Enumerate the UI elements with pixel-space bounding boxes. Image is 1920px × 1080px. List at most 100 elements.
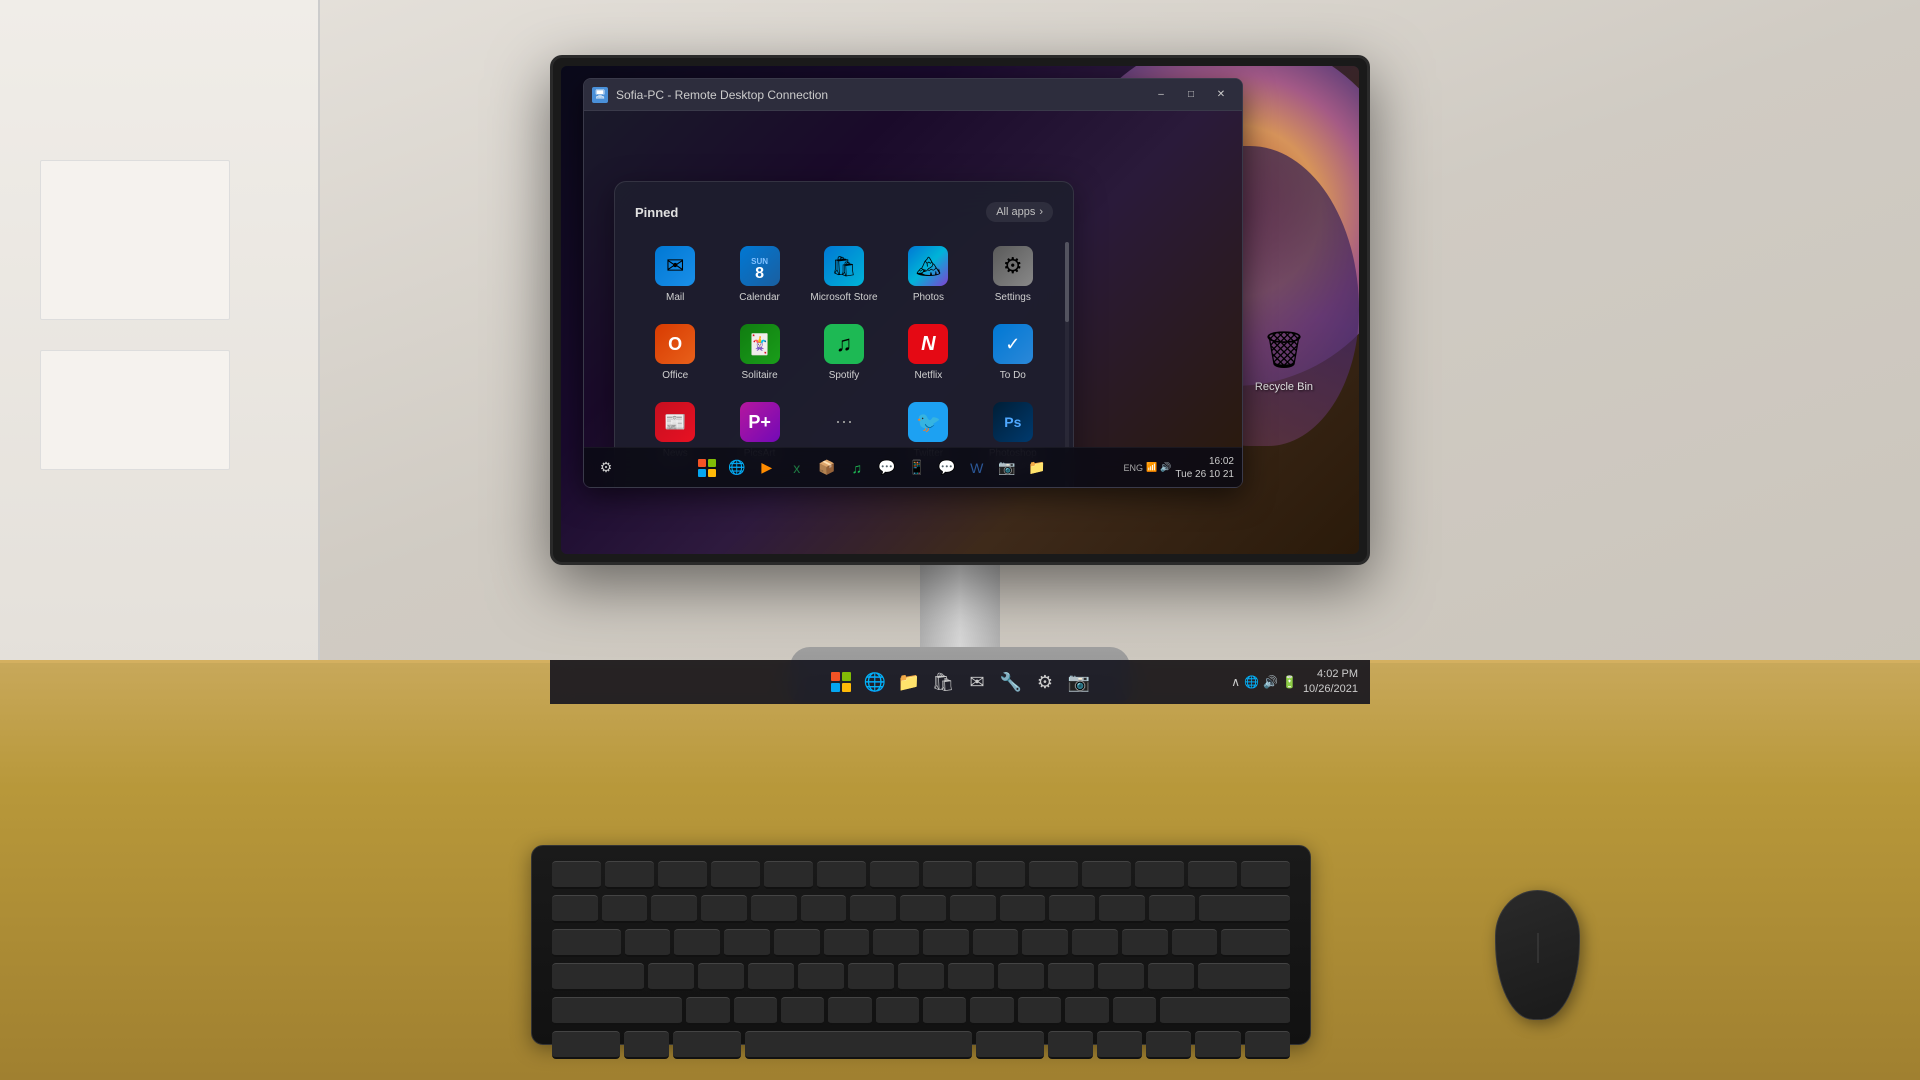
taskbar-app2-icon[interactable]: 📱 [903,454,931,482]
mouse-button-divider [1537,933,1538,963]
wall-panel-left [0,0,320,680]
key-x [734,997,777,1025]
key-row-6 [552,1031,1290,1059]
host-start-button[interactable] [825,666,857,698]
key-g [848,963,894,991]
taskbar-vlc-icon[interactable]: ▶ [753,454,781,482]
taskbar-explorer-icon[interactable]: 📁 [1023,454,1051,482]
taskbar-edge-icon[interactable]: 🌐 [723,454,751,482]
host-time-value: 4:02 PM [1303,667,1358,682]
start-menu[interactable]: Pinned All apps › ✉ Mail [614,181,1074,487]
app-icon-store: 🛍 [824,246,864,286]
host-edge-icon[interactable]: 🌐 [859,666,891,698]
taskbar-language-icon: ENG [1123,463,1143,473]
host-taskbar-center: 🌐 📁 🛍 ✉ 🔧 ⚙ 📷 [825,666,1095,698]
key-row-4 [552,963,1290,991]
key-u [923,929,969,957]
app-todo[interactable]: ✓ To Do [973,316,1053,390]
monitor: 🗑 Recycle Bin 🖥 Sofia-PC - Remote Deskto… [550,55,1370,565]
app-settings[interactable]: ⚙ Settings [973,238,1053,312]
recycle-bin-icon: 🗑 [1259,322,1309,377]
key-f2 [658,861,707,889]
maximize-button[interactable]: □ [1178,85,1204,105]
key-rshift [1160,997,1290,1025]
app-spotify[interactable]: ♫ Spotify [804,316,884,390]
key-2 [651,895,697,923]
taskbar-right-area: ENG 📶 🔊 16:02 Tue 26 10 21 [1123,455,1234,481]
more-dots-icon: ⋯ [835,402,853,442]
host-chevron-icon[interactable]: ∧ [1231,675,1240,689]
key-period [1065,997,1108,1025]
taskbar-excel-icon[interactable]: x [783,454,811,482]
taskbar-date-value: Tue 26 10 21 [1175,468,1234,481]
key-h [898,963,944,991]
app-calendar[interactable]: SUN 8 Calendar [719,238,799,312]
host-file-explorer-icon[interactable]: 📁 [893,666,925,698]
key-w [674,929,720,957]
app-icon-settings: ⚙ [993,246,1033,286]
app-label-settings: Settings [995,292,1031,304]
taskbar-settings-icon[interactable]: ⚙ [592,454,620,482]
app-photos[interactable]: 🏔 Photos [888,238,968,312]
app-solitaire[interactable]: 🃏 Solitaire [719,316,799,390]
app-icon-office: O [655,324,695,364]
app-icon-spotify: ♫ [824,324,864,364]
key-left [1146,1031,1191,1059]
key-f11 [1135,861,1184,889]
app-icon-calendar: SUN 8 [740,246,780,286]
app-office[interactable]: O Office [635,316,715,390]
key-f12 [1188,861,1237,889]
key-lbracket [1122,929,1168,957]
app-mail[interactable]: ✉ Mail [635,238,715,312]
key-d [748,963,794,991]
host-app-icon[interactable]: 🔧 [995,666,1027,698]
host-clock: 4:02 PM 10/26/2021 [1303,667,1358,698]
key-equals [1149,895,1195,923]
key-b [876,997,919,1025]
all-apps-button[interactable]: All apps › [986,202,1053,222]
key-enter [1221,929,1290,957]
taskbar-whatsapp-icon[interactable]: 💬 [933,454,961,482]
windows-desktop[interactable]: 🗑 Recycle Bin 🖥 Sofia-PC - Remote Deskto… [561,66,1359,554]
host-mail-icon[interactable]: ✉ [961,666,993,698]
key-backtick [552,895,598,923]
taskbar-messenger-icon[interactable]: 💬 [873,454,901,482]
key-comma [1018,997,1061,1025]
key-enter2 [1198,963,1290,991]
taskbar-app3-icon[interactable]: 📷 [993,454,1021,482]
minimize-button[interactable]: – [1148,85,1174,105]
scrollbar-thumb [1065,242,1069,322]
app-label-photos: Photos [913,292,944,304]
keyboard [531,845,1311,1045]
host-speaker-icon: 🔊 [1263,675,1278,689]
taskbar-win-start[interactable] [693,454,721,482]
host-app2-icon[interactable]: 📷 [1063,666,1095,698]
key-rctrl [1097,1031,1142,1059]
key-v [828,997,871,1025]
key-7 [900,895,946,923]
rdp-window[interactable]: 🖥 Sofia-PC - Remote Desktop Connection –… [583,78,1243,488]
key-ralt [976,1031,1044,1059]
taskbar-app1-icon[interactable]: 📦 [813,454,841,482]
app-netflix[interactable]: N Netflix [888,316,968,390]
host-system-icons: ∧ 🌐 🔊 🔋 [1231,675,1297,689]
app-icon-news: 📰 [655,402,695,442]
key-esc [552,861,601,889]
close-button[interactable]: ✕ [1208,85,1234,105]
app-icon-solitaire: 🃏 [740,324,780,364]
key-l [1048,963,1094,991]
key-row-1 [552,861,1290,889]
app-label-solitaire: Solitaire [742,370,778,382]
key-9 [1000,895,1046,923]
app-label-netflix: Netflix [914,370,942,382]
key-f9 [1029,861,1078,889]
key-f3 [711,861,760,889]
taskbar-word-icon[interactable]: W [963,454,991,482]
taskbar-spotify-tb-icon[interactable]: ♫ [843,454,871,482]
recycle-bin[interactable]: 🗑 Recycle Bin [1249,316,1319,399]
host-store-icon[interactable]: 🛍 [927,666,959,698]
app-microsoft-store[interactable]: 🛍 Microsoft Store [804,238,884,312]
taskbar-system-tray: ENG 📶 🔊 [1123,462,1171,473]
key-q [625,929,671,957]
host-settings-icon[interactable]: ⚙ [1029,666,1061,698]
